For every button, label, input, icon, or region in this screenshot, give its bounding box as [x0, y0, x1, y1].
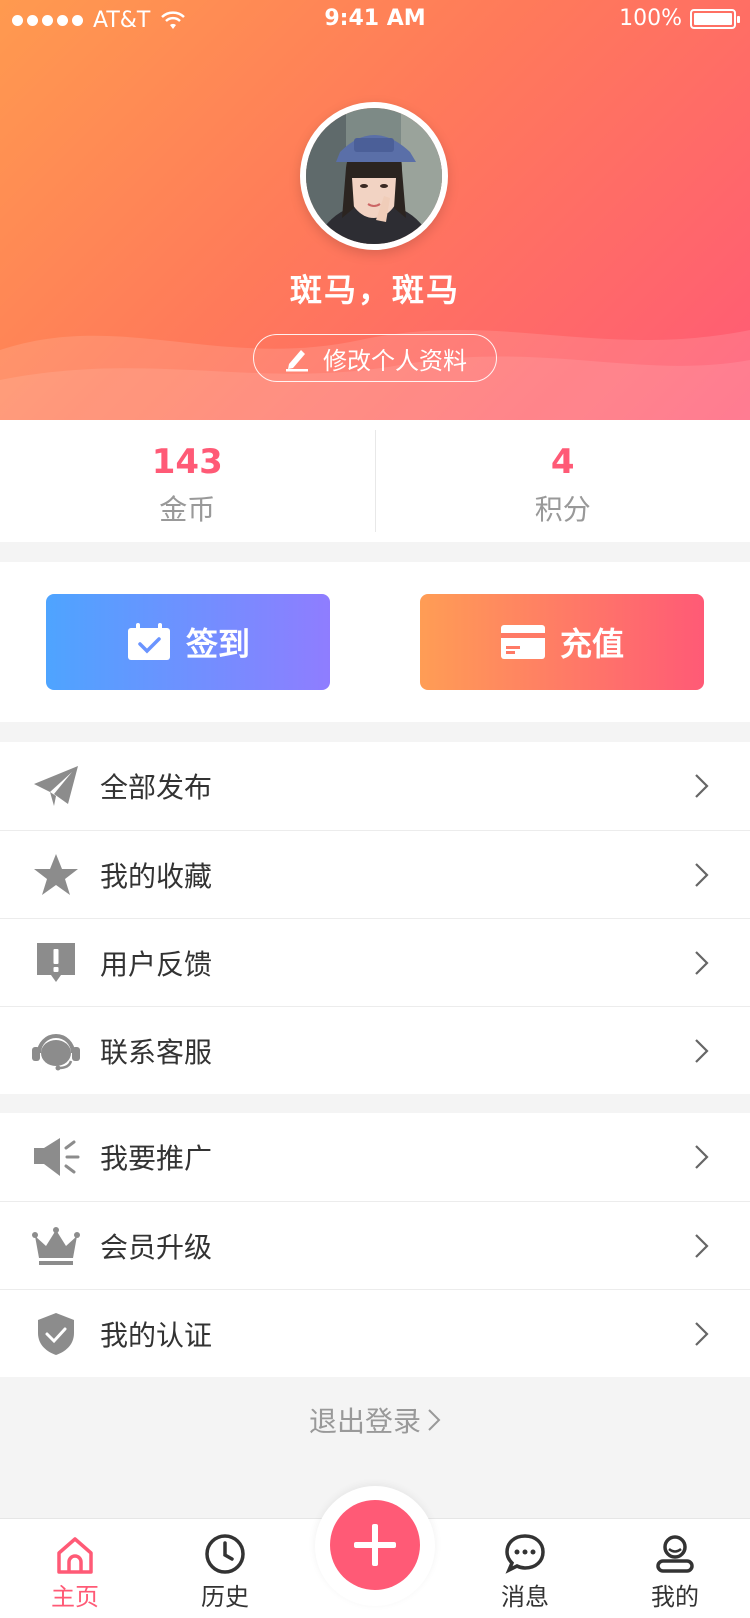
tab-label: 主页 [51, 1583, 99, 1611]
menu-item-label: 全部发布 [100, 771, 213, 804]
action-panel: 签到 充值 [0, 562, 750, 722]
menu-group-1: 全部发布 我的收藏 用户反馈 联系客服 [0, 742, 750, 1094]
sign-in-label: 签到 [185, 625, 250, 663]
card-icon [500, 625, 545, 659]
profile-header: AT&T 9:41 AM 100% 斑马，斑马 修改个人资料 [0, 0, 750, 420]
menu-item-favorites[interactable]: 我的收藏 [0, 830, 750, 918]
menu-item-membership[interactable]: 会员升级 [0, 1201, 750, 1289]
paper-plane-icon [28, 758, 84, 814]
chevron-right-icon [682, 943, 722, 983]
menu-item-label: 用户反馈 [100, 947, 213, 981]
stat-points[interactable]: 4 积分 [374, 430, 750, 532]
edit-profile-label: 修改个人资料 [323, 346, 467, 375]
chevron-right-icon [682, 1137, 722, 1177]
menu-item-label: 会员升级 [100, 1230, 213, 1264]
feedback-icon [28, 935, 84, 991]
chevron-right-icon [682, 855, 722, 895]
logout-link[interactable]: 退出登录 [0, 1400, 750, 1440]
stats-bar: 143 金币 4 积分 [0, 420, 750, 542]
battery-icon [690, 8, 740, 29]
recharge-button[interactable]: 充值 [420, 594, 704, 690]
chevron-right-icon [428, 1409, 441, 1431]
menu-item-label: 我的认证 [100, 1318, 213, 1352]
recharge-label: 充值 [559, 625, 624, 663]
menu-item-label: 联系客服 [100, 1035, 213, 1069]
stat-coins-value: 143 [151, 442, 223, 482]
menu-item-verification[interactable]: 我的认证 [0, 1289, 750, 1377]
headset-icon [28, 1023, 84, 1079]
chat-icon [505, 1534, 545, 1574]
chevron-right-icon [682, 1314, 722, 1354]
chevron-right-icon [682, 766, 722, 806]
tab-messages[interactable]: 消息 [450, 1519, 600, 1618]
sign-in-button[interactable]: 签到 [46, 594, 330, 690]
chevron-right-icon [682, 1226, 722, 1266]
profile-name: 斑马，斑马 [289, 271, 460, 309]
chevron-right-icon [682, 1031, 722, 1071]
clock-icon [205, 1534, 245, 1574]
home-icon [57, 1537, 93, 1574]
logout-label: 退出登录 [308, 1405, 421, 1438]
menu-item-customer-service[interactable]: 联系客服 [0, 1006, 750, 1094]
tab-label: 消息 [501, 1583, 549, 1611]
tab-label: 历史 [201, 1583, 249, 1611]
stat-points-value: 4 [550, 442, 575, 482]
shield-check-icon [28, 1306, 84, 1362]
avatar-photo [306, 108, 442, 244]
tab-label: 我的 [651, 1583, 699, 1611]
user-icon [656, 1535, 694, 1573]
avatar[interactable] [300, 102, 448, 250]
calendar-check-icon [127, 623, 170, 660]
menu-group-2: 我要推广 会员升级 我的认证 [0, 1113, 750, 1377]
menu-item-promote[interactable]: 我要推广 [0, 1113, 750, 1201]
star-icon [28, 847, 84, 903]
status-right: 100% [619, 6, 740, 31]
menu-item-all-posts[interactable]: 全部发布 [0, 742, 750, 830]
tab-home[interactable]: 主页 [0, 1519, 150, 1618]
battery-percent: 100% [619, 6, 682, 31]
tab-mine[interactable]: 我的 [600, 1519, 750, 1618]
pencil-icon [286, 350, 308, 372]
menu-item-feedback[interactable]: 用户反馈 [0, 918, 750, 1006]
stat-coins[interactable]: 143 金币 [0, 420, 375, 542]
menu-item-label: 我要推广 [100, 1142, 213, 1175]
menu-item-label: 我的收藏 [100, 859, 213, 893]
status-bar: AT&T 9:41 AM 100% [0, 0, 750, 40]
plus-icon [354, 1524, 396, 1566]
stat-points-label: 积分 [534, 493, 591, 526]
tab-history[interactable]: 历史 [150, 1519, 300, 1618]
megaphone-icon [28, 1129, 84, 1185]
edit-profile-button[interactable]: 修改个人资料 [253, 334, 497, 382]
stat-coins-label: 金币 [159, 493, 216, 526]
add-post-button[interactable] [330, 1500, 420, 1590]
crown-icon [28, 1218, 84, 1274]
